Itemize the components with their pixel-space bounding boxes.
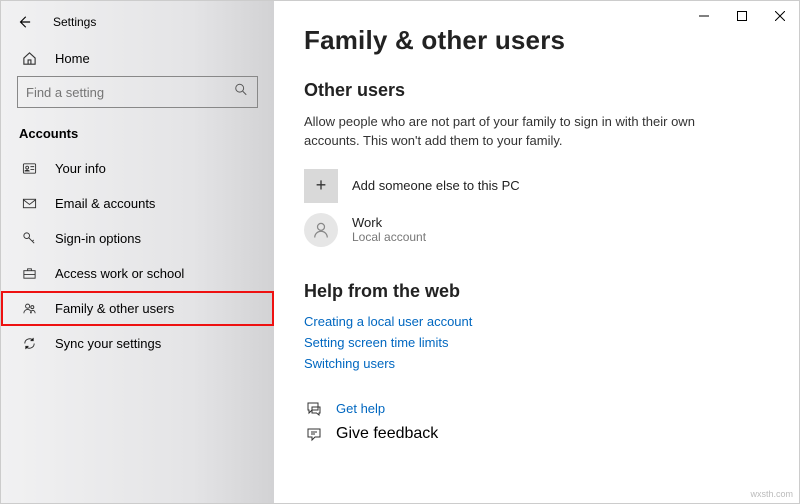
minimize-button[interactable] (685, 1, 723, 31)
help-link-create-local-user[interactable]: Creating a local user account (304, 314, 769, 329)
help-link-screen-time[interactable]: Setting screen time limits (304, 335, 769, 350)
sidebar-item-email-accounts[interactable]: Email & accounts (1, 186, 274, 221)
feedback-icon (304, 426, 324, 442)
account-item-work[interactable]: Work Local account (304, 213, 769, 247)
sidebar-item-label: Email & accounts (55, 196, 155, 211)
key-icon (21, 231, 37, 246)
mail-icon (21, 196, 37, 211)
close-button[interactable] (761, 1, 799, 31)
sidebar-item-label: Your info (55, 161, 106, 176)
home-icon (21, 51, 37, 66)
people-icon (21, 301, 37, 316)
get-help-label: Get help (336, 401, 385, 416)
sidebar-item-label: Sync your settings (55, 336, 161, 351)
maximize-icon (737, 11, 747, 21)
home-label: Home (55, 51, 90, 66)
add-user-label: Add someone else to this PC (352, 178, 520, 193)
window-title: Settings (53, 15, 96, 29)
add-user-button[interactable]: + Add someone else to this PC (304, 169, 769, 203)
sidebar-item-access-work[interactable]: Access work or school (1, 256, 274, 291)
help-heading: Help from the web (304, 281, 769, 302)
other-users-description: Allow people who are not part of your fa… (304, 113, 704, 151)
sidebar-item-family-users[interactable]: Family & other users (1, 291, 274, 326)
account-type: Local account (352, 230, 426, 244)
account-name: Work (352, 215, 426, 230)
briefcase-icon (21, 266, 37, 281)
person-card-icon (21, 161, 37, 176)
other-users-heading: Other users (304, 80, 769, 101)
chat-help-icon (304, 401, 324, 417)
sidebar-item-label: Access work or school (55, 266, 184, 281)
give-feedback-link[interactable]: Give feedback (304, 425, 769, 443)
sidebar-item-label: Sign-in options (55, 231, 141, 246)
back-button[interactable] (13, 11, 35, 33)
sidebar-section-title: Accounts (1, 120, 274, 151)
main-content: Family & other users Other users Allow p… (274, 1, 799, 503)
sidebar-item-signin-options[interactable]: Sign-in options (1, 221, 274, 256)
watermark: wxsth.com (750, 489, 793, 499)
get-help-link[interactable]: Get help (304, 401, 769, 417)
give-feedback-label: Give feedback (336, 425, 438, 443)
close-icon (775, 11, 785, 21)
sidebar-header: Settings (1, 1, 274, 43)
sidebar-item-sync-settings[interactable]: Sync your settings (1, 326, 274, 361)
sync-icon (21, 336, 37, 351)
sidebar-item-label: Family & other users (55, 301, 174, 316)
help-link-switching-users[interactable]: Switching users (304, 356, 769, 371)
window-controls (685, 1, 799, 31)
home-button[interactable]: Home (1, 43, 274, 76)
arrow-left-icon (17, 15, 31, 29)
maximize-button[interactable] (723, 1, 761, 31)
minimize-icon (699, 11, 709, 21)
sidebar-nav: Your info Email & accounts Sign-in optio… (1, 151, 274, 361)
search-input[interactable] (17, 76, 258, 108)
avatar-icon (304, 213, 338, 247)
sidebar: Settings Home Accounts Your info Email &… (1, 1, 274, 503)
sidebar-item-your-info[interactable]: Your info (1, 151, 274, 186)
search-container (1, 76, 274, 120)
plus-icon: + (304, 169, 338, 203)
